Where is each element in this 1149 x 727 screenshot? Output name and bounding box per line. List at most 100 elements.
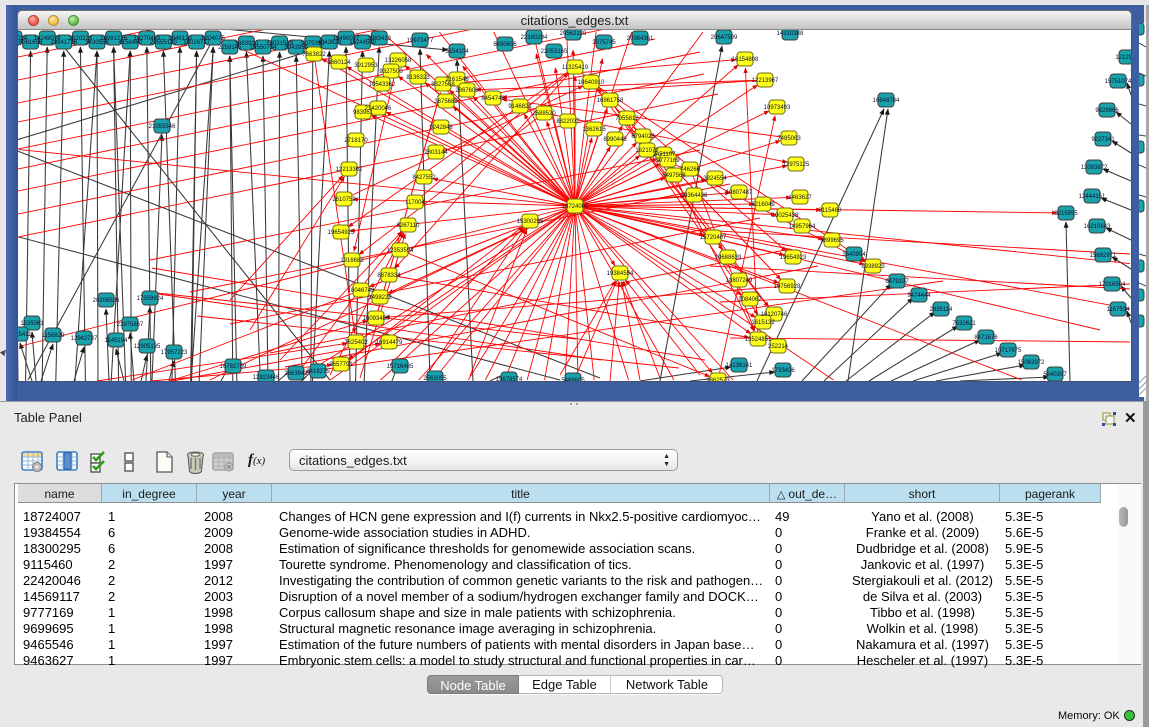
svg-text:9657791: 9657791 (329, 362, 353, 368)
svg-text:14957964: 14957964 (789, 224, 816, 230)
svg-text:12444151: 12444151 (1079, 194, 1106, 200)
svg-text:7485063: 7485063 (777, 136, 801, 142)
svg-text:19654925: 19654925 (328, 230, 355, 236)
svg-text:12942737: 12942737 (71, 336, 98, 342)
svg-text:12905135: 12905135 (134, 344, 161, 350)
svg-text:8938923: 8938923 (861, 264, 885, 270)
svg-text:8878334: 8878334 (377, 273, 401, 279)
svg-text:7663822: 7663822 (302, 52, 326, 58)
svg-text:16154808: 16154808 (732, 57, 759, 63)
svg-text:16210643: 16210643 (1084, 224, 1111, 230)
svg-text:18640910: 18640910 (578, 80, 605, 86)
svg-text:7955812: 7955812 (615, 116, 639, 122)
svg-text:18724007: 18724007 (562, 204, 589, 210)
svg-text:8454749: 8454749 (481, 96, 505, 102)
svg-text:13226058: 13226058 (385, 58, 412, 64)
svg-text:3660124: 3660124 (327, 60, 351, 66)
svg-text:12975125: 12975125 (783, 162, 810, 168)
svg-text:2588520: 2588520 (532, 111, 556, 117)
svg-text:2718170: 2718170 (344, 138, 368, 144)
svg-text:1733426: 1733426 (771, 368, 795, 374)
svg-text:11325419: 11325419 (562, 65, 589, 71)
svg-text:22160294: 22160294 (521, 35, 548, 41)
svg-text:20364361: 20364361 (627, 36, 654, 42)
svg-text:9474444: 9474444 (907, 293, 931, 299)
svg-text:22053165: 22053165 (541, 49, 568, 55)
svg-text:15716485: 15716485 (387, 364, 414, 370)
svg-text:1463627: 1463627 (788, 195, 812, 201)
svg-text:21053346: 21053346 (149, 124, 176, 130)
svg-text:17359924: 17359924 (137, 296, 164, 302)
svg-text:15692971: 15692971 (1090, 253, 1117, 259)
svg-text:12353594: 12353594 (387, 248, 414, 254)
svg-text:15720407: 15720407 (700, 235, 727, 241)
svg-text:23975867: 23975867 (117, 322, 144, 328)
svg-text:7632621: 7632621 (952, 321, 976, 327)
svg-text:2867608: 2867608 (455, 88, 479, 94)
svg-text:8990448: 8990448 (603, 137, 627, 143)
svg-text:1916682: 1916682 (340, 258, 364, 264)
svg-text:2803144: 2803144 (424, 150, 448, 156)
svg-text:3824554: 3824554 (703, 176, 727, 182)
svg-text:6794028: 6794028 (631, 134, 655, 140)
svg-text:12093872: 12093872 (1081, 165, 1108, 171)
svg-text:252214: 252214 (768, 344, 789, 350)
svg-text:19654923: 19654923 (780, 255, 807, 261)
svg-text:19973477: 19973477 (407, 38, 434, 44)
svg-text:5840397: 5840397 (1043, 372, 1067, 378)
svg-text:2983419: 2983419 (368, 36, 392, 42)
svg-text:16120746: 16120746 (761, 312, 788, 318)
svg-text:13524851: 13524851 (745, 337, 772, 343)
svg-text:16914479: 16914479 (376, 340, 403, 346)
svg-text:3675685: 3675685 (434, 99, 458, 105)
svg-text:15063972: 15063972 (1018, 360, 1045, 366)
svg-text:10807487: 10807487 (726, 190, 753, 196)
svg-text:8136323: 8136323 (406, 75, 430, 81)
svg-text:16046748: 16046748 (348, 288, 375, 294)
svg-text:3075745: 3075745 (592, 40, 616, 46)
svg-text:19756928: 19756928 (774, 284, 801, 290)
svg-text:7625402: 7625402 (344, 340, 368, 346)
svg-text:117004: 117004 (405, 200, 425, 206)
svg-text:1498222: 1498222 (368, 295, 392, 301)
svg-text:8490656: 8490656 (493, 42, 517, 48)
svg-text:1212906: 1212906 (1115, 55, 1132, 61)
svg-text:8267110: 8267110 (397, 223, 421, 229)
svg-text:15751074: 15751074 (1105, 79, 1132, 85)
svg-text:10973493: 10973493 (764, 105, 791, 111)
svg-text:9777169: 9777169 (656, 158, 680, 164)
svg-text:19384554: 19384554 (607, 271, 634, 277)
svg-text:6899695: 6899695 (820, 238, 844, 244)
svg-text:8204075: 8204075 (202, 36, 226, 42)
svg-text:20647509: 20647509 (711, 35, 738, 41)
svg-text:20364436: 20364436 (681, 193, 708, 199)
svg-text:9115460: 9115460 (819, 208, 843, 214)
svg-text:1145194: 1145194 (105, 338, 129, 344)
svg-text:5154104: 5154104 (445, 49, 469, 55)
svg-text:8418275: 8418275 (306, 369, 330, 375)
svg-text:2161546: 2161546 (445, 77, 469, 83)
svg-text:12213967: 12213967 (752, 78, 779, 84)
svg-text:9242848: 9242848 (429, 125, 453, 131)
svg-text:6497568: 6497568 (662, 173, 686, 179)
svg-text:1535061: 1535061 (20, 321, 44, 327)
svg-text:14310388: 14310388 (777, 31, 804, 37)
svg-text:3915411: 3915411 (17, 332, 32, 338)
svg-text:983961: 983961 (353, 110, 374, 116)
svg-text:9327500: 9327500 (379, 69, 403, 75)
svg-text:2663941: 2663941 (284, 371, 308, 377)
svg-text:16782759: 16782759 (220, 364, 247, 370)
svg-text:18807249: 18807249 (726, 278, 753, 284)
svg-text:6216049: 6216049 (751, 202, 775, 208)
svg-text:1167534: 1167534 (1107, 307, 1131, 313)
svg-text:1640954: 1640954 (842, 252, 866, 258)
svg-text:16961758: 16961758 (597, 98, 624, 104)
svg-text:1362615: 1362615 (582, 127, 606, 133)
svg-text:17016504: 17016504 (1099, 282, 1126, 288)
svg-text:9146821: 9146821 (508, 104, 532, 110)
svg-text:16648784: 16648784 (873, 98, 900, 104)
svg-text:9227341: 9227341 (1091, 137, 1115, 143)
svg-text:10025438: 10025438 (772, 213, 799, 219)
svg-text:8822037: 8822037 (556, 119, 580, 125)
svg-text:16093489: 16093489 (363, 316, 390, 322)
